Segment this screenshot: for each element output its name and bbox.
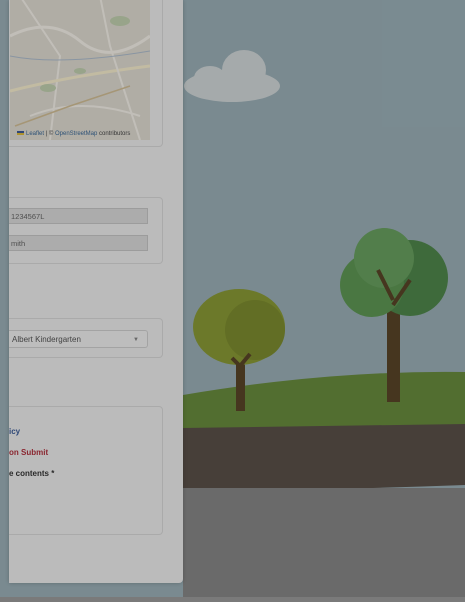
location-map[interactable] (10, 0, 150, 140)
school-select[interactable]: Albert Kindergarten ▼ (9, 330, 148, 348)
policy-link[interactable]: icy (9, 427, 20, 436)
chevron-down-icon: ▼ (133, 337, 139, 343)
attribution-separator: | © (44, 131, 55, 137)
id-number-input[interactable]: 1234567L (9, 208, 148, 224)
contents-label: e contents * (9, 469, 55, 478)
identity-card: 1234567L mith (9, 197, 163, 264)
attribution-suffix: contributors (97, 131, 131, 137)
map-card: Leaflet | © OpenStreetMap contributors (9, 0, 163, 147)
form-panel: Leaflet | © OpenStreetMap contributors 1… (9, 0, 183, 583)
name-input[interactable]: mith (9, 235, 148, 251)
map-attribution: Leaflet | © OpenStreetMap contributors (17, 131, 130, 137)
leaflet-link[interactable]: Leaflet (26, 131, 44, 137)
flag-icon (17, 131, 24, 136)
map-tiles (10, 0, 150, 140)
school-card: Albert Kindergarten ▼ (9, 318, 163, 358)
osm-link[interactable]: OpenStreetMap (55, 131, 97, 137)
submit-warning-text: on Submit (9, 448, 49, 457)
school-select-value: Albert Kindergarten (12, 335, 81, 344)
